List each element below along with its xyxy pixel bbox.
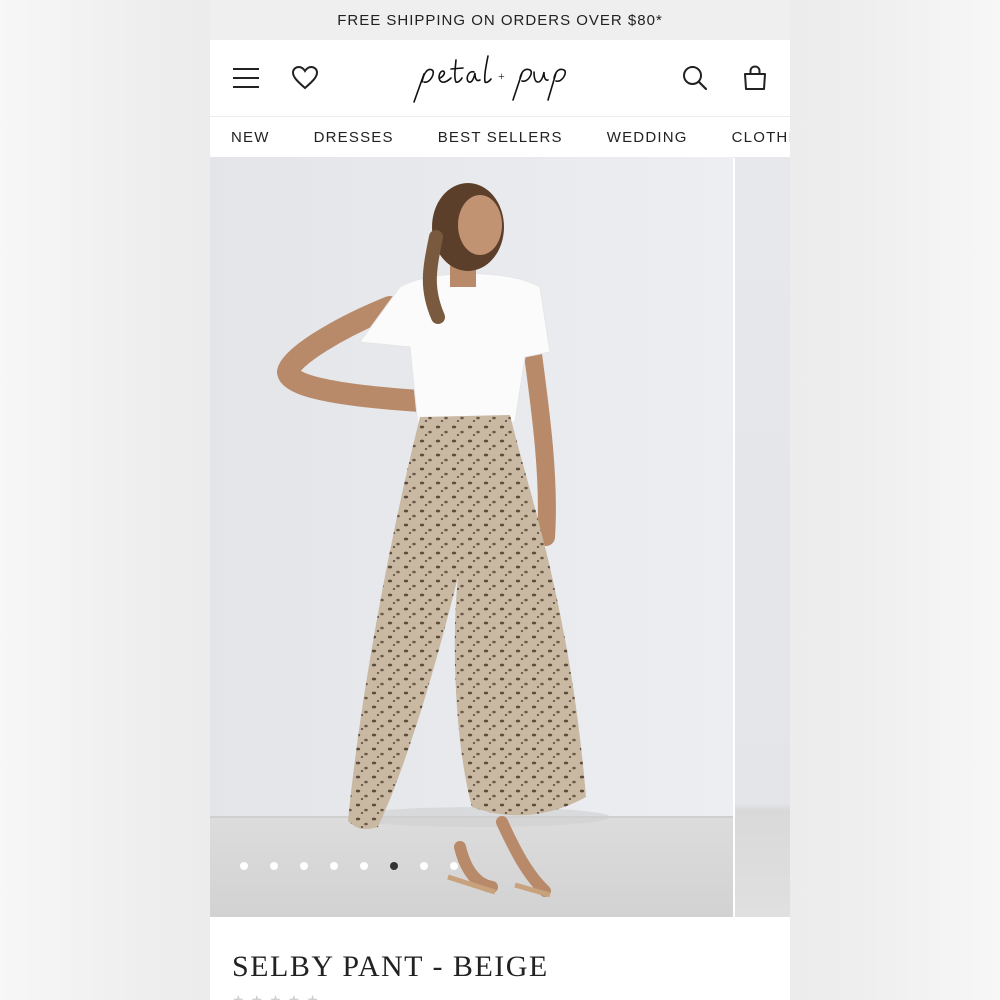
nav-item-new[interactable]: NEW [231,129,270,146]
carousel-dot[interactable] [300,862,308,870]
category-nav: NEW DRESSES BEST SELLERS WEDDING CLOTHIN… [210,117,790,158]
product-image-carousel[interactable] [210,157,790,917]
carousel-dot[interactable] [360,862,368,870]
wishlist-button[interactable] [289,62,321,94]
product-title: SELBY PANT - BEIGE [232,950,549,983]
bag-icon [744,65,766,90]
carousel-pagination [240,862,458,870]
nav-item-wedding[interactable]: WEDDING [607,129,688,146]
carousel-dot[interactable] [420,862,428,870]
carousel-dot[interactable] [270,862,278,870]
search-button[interactable] [679,62,711,94]
menu-icon [233,68,259,88]
carousel-dot[interactable] [240,862,248,870]
heart-icon [292,66,318,90]
carousel-dot[interactable] [450,862,458,870]
background-left [0,0,210,1000]
search-icon [683,66,708,91]
menu-button[interactable] [230,62,262,94]
mobile-page: FREE SHIPPING ON ORDERS OVER $80* + NEW … [210,0,790,1000]
brand-logo[interactable]: + [410,52,590,104]
product-image[interactable] [210,157,733,917]
rating-stars[interactable]: ★★★★★ [232,992,325,1000]
nav-item-best-sellers[interactable]: BEST SELLERS [438,129,563,146]
background-right [790,0,1000,1000]
promo-banner: FREE SHIPPING ON ORDERS OVER $80* [210,0,790,40]
svg-text:+: + [498,69,505,83]
carousel-dot-active[interactable] [390,862,398,870]
cart-button[interactable] [739,62,771,94]
carousel-dot[interactable] [330,862,338,870]
nav-item-clothing[interactable]: CLOTHING [732,129,790,146]
site-header: + [210,40,790,117]
nav-item-dresses[interactable]: DRESSES [314,129,394,146]
next-product-image-peek[interactable] [735,157,790,917]
